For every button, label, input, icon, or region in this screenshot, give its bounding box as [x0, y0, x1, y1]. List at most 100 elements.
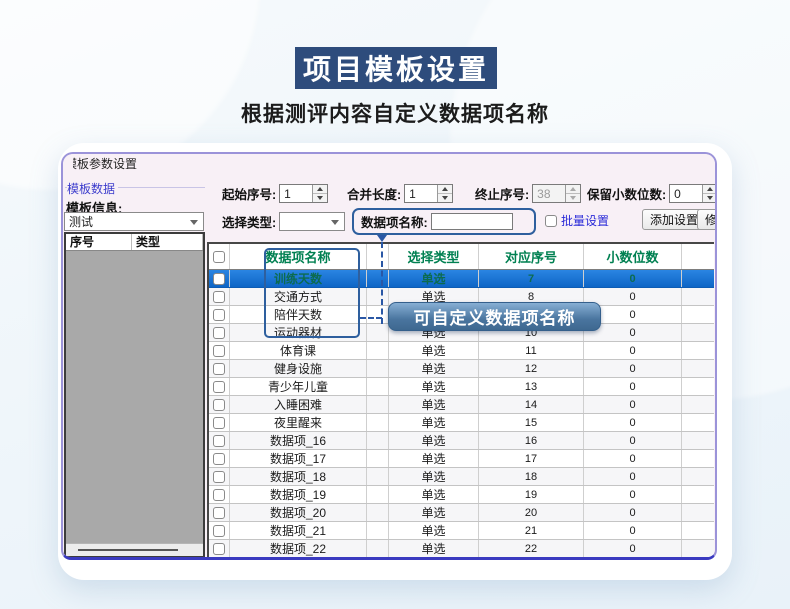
row-name: 数据项_16: [230, 432, 367, 449]
table-row[interactable]: 健身设施单选120: [209, 360, 714, 378]
row-checkbox[interactable]: [213, 309, 225, 321]
template-select-value: 测试: [69, 213, 93, 230]
row-checkbox[interactable]: [213, 291, 225, 303]
spin-up-icon[interactable]: [703, 185, 717, 193]
table-row[interactable]: 体育课单选110: [209, 342, 714, 360]
row-checkbox[interactable]: [213, 363, 225, 375]
row-checkbox[interactable]: [213, 381, 225, 393]
row-checkbox[interactable]: [213, 273, 225, 285]
table-row[interactable]: 数据项_16单选160: [209, 432, 714, 450]
row-index: 17: [479, 450, 584, 467]
table-row[interactable]: 青少年儿童单选130: [209, 378, 714, 396]
select-all-checkbox[interactable]: [213, 251, 225, 263]
merge-length-value[interactable]: 1: [405, 185, 437, 202]
table-row[interactable]: 数据项_21单选210: [209, 522, 714, 540]
start-index-stepper[interactable]: 1: [279, 184, 328, 203]
row-partial-cell: [682, 270, 714, 287]
row-checkbox-cell: [209, 468, 230, 485]
horizontal-scrollbar[interactable]: [66, 543, 203, 556]
table-row[interactable]: 数据项_18单选180: [209, 468, 714, 486]
template-item-list[interactable]: 序号 类型: [64, 232, 205, 558]
row-partial-cell: [682, 432, 714, 449]
row-spacer: [367, 504, 389, 521]
row-checkbox-cell: [209, 504, 230, 521]
start-index-value[interactable]: 1: [280, 185, 312, 202]
row-partial-cell: [682, 342, 714, 359]
row-checkbox[interactable]: [213, 507, 225, 519]
content-card: 模板参数设置 模板数据 模板信息: 测试 序号 类型: [58, 143, 732, 580]
decimal-places-stepper[interactable]: 0: [669, 184, 717, 203]
table-row[interactable]: 训练天数单选70: [209, 270, 714, 288]
row-decimals: 0: [584, 414, 682, 431]
chevron-down-icon: [190, 220, 198, 225]
callout-dashed-line-horizontal: [360, 317, 382, 319]
row-spacer: [367, 414, 389, 431]
row-spacer: [367, 378, 389, 395]
callout-text: 可自定义数据项名称: [414, 304, 576, 329]
row-partial-cell: [682, 414, 714, 431]
row-decimals: 0: [584, 288, 682, 305]
page-title: 项目模板设置: [303, 48, 489, 88]
header-decimals[interactable]: 小数位数: [584, 244, 682, 269]
template-select[interactable]: 测试: [64, 212, 204, 231]
batch-setting-checkbox[interactable]: [545, 215, 557, 227]
row-select-type: 单选: [389, 522, 479, 539]
row-spacer: [367, 468, 389, 485]
table-row[interactable]: 数据项_19单选190: [209, 486, 714, 504]
select-type-dropdown[interactable]: [279, 212, 345, 231]
spin-up-icon[interactable]: [313, 185, 327, 193]
table-row[interactable]: 数据项_23单选230: [209, 558, 714, 560]
page-background: 项目模板设置 根据测评内容自定义数据项名称 模板参数设置 模板数据 模板信息: …: [0, 0, 790, 609]
row-checkbox[interactable]: [213, 327, 225, 339]
decimal-places-value[interactable]: 0: [670, 185, 702, 202]
table-row[interactable]: 入睡困难单选140: [209, 396, 714, 414]
row-name: 数据项_18: [230, 468, 367, 485]
row-checkbox[interactable]: [213, 435, 225, 447]
row-checkbox[interactable]: [213, 543, 225, 555]
header-checkbox-cell: [209, 244, 230, 269]
row-checkbox[interactable]: [213, 525, 225, 537]
spin-down-icon[interactable]: [313, 193, 327, 202]
row-checkbox[interactable]: [213, 471, 225, 483]
page-subtitle: 根据测评内容自定义数据项名称: [0, 98, 790, 128]
data-items-table: 数据项名称 选择类型 对应序号 小数位数 训练天数单选70交通方式单选80陪伴天…: [207, 242, 714, 560]
row-decimals: 0: [584, 450, 682, 467]
scrollbar-thumb[interactable]: [78, 549, 178, 551]
row-checkbox[interactable]: [213, 345, 225, 357]
row-checkbox[interactable]: [213, 399, 225, 411]
header-index[interactable]: 对应序号: [479, 244, 584, 269]
row-checkbox[interactable]: [213, 453, 225, 465]
list-header: 序号 类型: [66, 234, 203, 251]
row-checkbox[interactable]: [213, 417, 225, 429]
row-partial-cell: [682, 486, 714, 503]
table-row[interactable]: 数据项_22单选220: [209, 540, 714, 558]
dialog-titlebar[interactable]: 模板参数设置: [63, 154, 715, 174]
header-partial: [682, 244, 714, 269]
table-row[interactable]: 数据项_17单选170: [209, 450, 714, 468]
table-row[interactable]: 数据项_20单选200: [209, 504, 714, 522]
row-checkbox-cell: [209, 540, 230, 557]
row-spacer: [367, 432, 389, 449]
modify-setting-button[interactable]: 修改设置: [697, 209, 717, 230]
row-checkbox[interactable]: [213, 489, 225, 501]
batch-setting-option[interactable]: 批量设置: [545, 212, 609, 229]
merge-length-stepper[interactable]: 1: [404, 184, 453, 203]
row-spacer: [367, 342, 389, 359]
spin-down-icon[interactable]: [703, 193, 717, 202]
row-name: 训练天数: [230, 270, 367, 287]
row-partial-cell: [682, 378, 714, 395]
row-checkbox-cell: [209, 558, 230, 560]
row-select-type: 单选: [389, 450, 479, 467]
row-index: 15: [479, 414, 584, 431]
spin-up-icon[interactable]: [438, 185, 452, 193]
item-name-input[interactable]: [431, 213, 513, 230]
header-type[interactable]: 选择类型: [389, 244, 479, 269]
row-name: 健身设施: [230, 360, 367, 377]
row-partial-cell: [682, 468, 714, 485]
row-partial-cell: [682, 288, 714, 305]
table-row[interactable]: 夜里醒来单选150: [209, 414, 714, 432]
row-checkbox-cell: [209, 486, 230, 503]
row-select-type: 单选: [389, 486, 479, 503]
header-name[interactable]: 数据项名称: [230, 244, 367, 269]
spin-down-icon[interactable]: [438, 193, 452, 202]
